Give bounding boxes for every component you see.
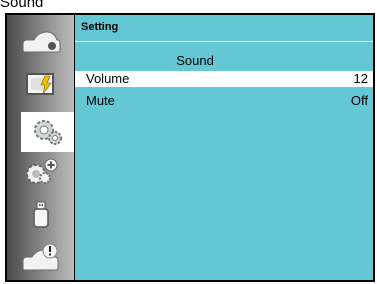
menu-row-value: Off <box>350 93 368 108</box>
menu-row-mute[interactable]: Mute Off <box>75 93 373 109</box>
image-adjust-icon <box>26 73 54 95</box>
icon-rail <box>7 15 74 280</box>
panel-title: Setting <box>81 21 119 33</box>
sidebar-item-info[interactable] <box>15 241 67 275</box>
setting-gears-icon <box>33 120 62 145</box>
menu-row-label: Volume <box>86 71 130 86</box>
panel-divider <box>75 41 373 42</box>
menu-row-value: 12 <box>353 71 368 86</box>
menu-row-volume[interactable]: Volume 12 <box>75 71 373 87</box>
menu-row-label: Mute <box>86 93 115 108</box>
page-heading: Sound <box>0 0 44 11</box>
sidebar-item-usb[interactable] <box>15 198 67 232</box>
sidebar-item-setting[interactable] <box>21 112 74 152</box>
section-title: Sound <box>176 53 214 68</box>
info-icon <box>22 243 59 271</box>
setting-panel: Setting Sound Volume 12 Mute Off <box>75 15 373 280</box>
usb-icon <box>33 201 49 228</box>
sidebar-item-expanded-setting[interactable] <box>15 155 67 189</box>
sidebar-item-display[interactable] <box>15 25 67 59</box>
display-icon <box>22 31 61 53</box>
expanded-setting-icon <box>26 158 58 184</box>
sidebar-item-image[interactable] <box>15 67 67 101</box>
osd-menu-frame: Setting Sound Volume 12 Mute Off <box>5 13 375 282</box>
